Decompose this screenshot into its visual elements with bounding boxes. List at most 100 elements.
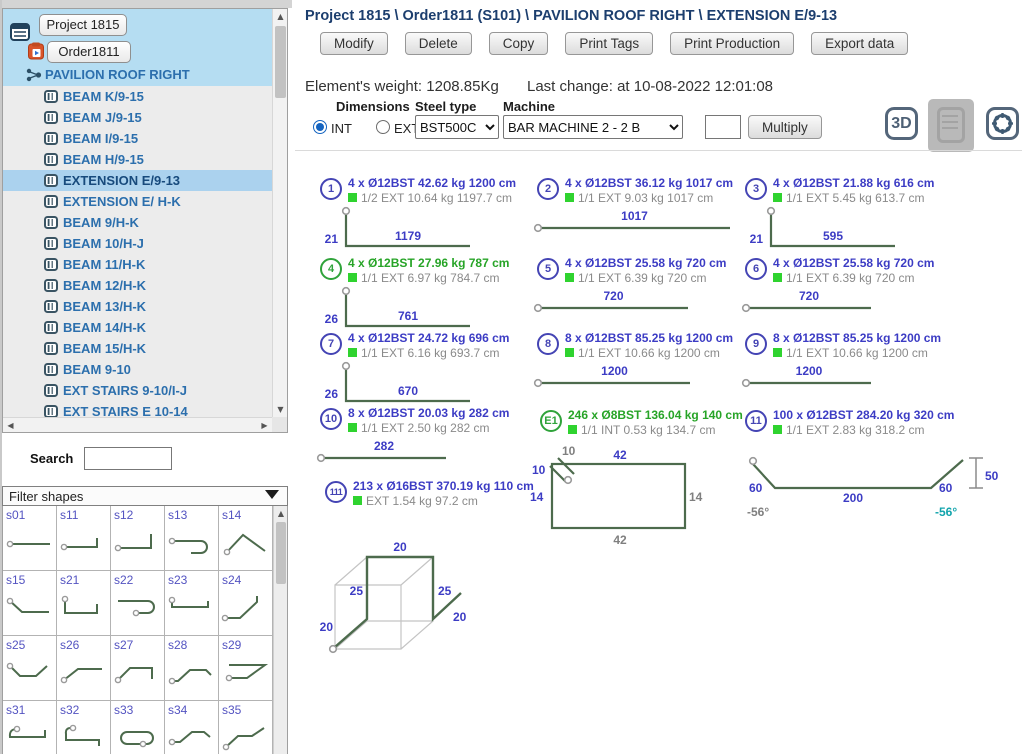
shape-item-5[interactable]: 54 x Ø12BST 25.58 kg 720 cm1/1 EXT 6.39 …	[537, 256, 752, 285]
project-tree-panel: Project 1815 Order1811 PAVILION ROOF RIG…	[2, 8, 288, 433]
multiply-input[interactable]	[705, 115, 741, 139]
project-button[interactable]: Project 1815	[39, 14, 127, 36]
tree-item[interactable]: BEAM I/9-15	[3, 128, 272, 149]
machine-select[interactable]: BAR MACHINE 2 - 2 B	[503, 115, 683, 139]
item-unit-line: 1/1 EXT 10.66 kg 1200 cm	[565, 346, 752, 360]
tree-group-row[interactable]: PAVILION ROOF RIGHT	[45, 67, 190, 82]
scroll-right-arrow[interactable]: ▶	[257, 418, 272, 433]
tree-item[interactable]: EXTENSION E/ H-K	[3, 191, 272, 212]
tree-item[interactable]: BEAM 14/H-K	[3, 317, 272, 338]
shape-item-9[interactable]: 98 x Ø12BST 85.25 kg 1200 cm1/1 EXT 10.6…	[745, 331, 960, 360]
scroll-left-arrow[interactable]: ◀	[3, 418, 18, 433]
element-weight-text: Element's weight: 1208.85Kg	[305, 78, 499, 95]
svg-text:60: 60	[939, 481, 953, 495]
palette-shape-s14[interactable]: s14	[219, 506, 273, 571]
green-square-icon	[773, 193, 782, 202]
tree-item[interactable]: BEAM 12/H-K	[3, 275, 272, 296]
shape-glyph-icon	[167, 723, 215, 753]
palette-shape-s34[interactable]: s34	[165, 701, 219, 754]
print-production-button[interactable]: Print Production	[670, 32, 794, 55]
shape-item-11[interactable]: 11100 x Ø12BST 284.20 kg 320 cm1/1 EXT 2…	[745, 408, 960, 437]
scroll-up-arrow[interactable]: ▲	[273, 9, 288, 24]
tree-item[interactable]: EXTENSION E/9-13	[3, 170, 272, 191]
palette-shape-s15[interactable]: s15	[3, 571, 57, 636]
tree-item-label: BEAM I/9-15	[63, 131, 138, 146]
palette-shape-s11[interactable]: s11	[57, 506, 111, 571]
beam-icon	[44, 153, 58, 166]
steel-type-select[interactable]: BST500C	[415, 115, 499, 139]
shape-item-E1[interactable]: E1246 x Ø8BST 136.04 kg 140 cm1/1 INT 0.…	[540, 408, 755, 437]
palette-shape-s33[interactable]: s33	[111, 701, 165, 754]
breadcrumb: Project 1815 \ Order1811 (S101) \ PAVILI…	[305, 8, 837, 24]
palette-shape-s31[interactable]: s31	[3, 701, 57, 754]
tree-item[interactable]: BEAM 9-10	[3, 359, 272, 380]
print-tags-button[interactable]: Print Tags	[565, 32, 653, 55]
radio-ext[interactable]	[376, 120, 390, 134]
shape-item-111[interactable]: 111213 x Ø16BST 370.19 kg 110 cmEXT 1.54…	[325, 479, 540, 508]
palette-shape-label: s26	[57, 636, 110, 652]
item-spec-line: 4 x Ø12BST 42.62 kg 1200 cm	[348, 176, 535, 190]
tree-item[interactable]: BEAM 15/H-K	[3, 338, 272, 359]
export-data-button[interactable]: Export data	[811, 32, 908, 55]
tree-item-label: BEAM 10/H-J	[63, 236, 144, 251]
palette-shape-s22[interactable]: s22	[111, 571, 165, 636]
item-spec-line: 8 x Ø12BST 85.25 kg 1200 cm	[773, 331, 960, 345]
scrollbar-corner	[272, 417, 287, 432]
palette-shape-s21[interactable]: s21	[57, 571, 111, 636]
shape-glyph-icon	[5, 658, 53, 688]
beam-icon	[44, 90, 58, 103]
multiply-button[interactable]: Multiply	[748, 115, 822, 139]
item-unit-line: 1/1 EXT 6.39 kg 720 cm	[565, 271, 752, 285]
palette-shape-s27[interactable]: s27	[111, 636, 165, 701]
tree-item[interactable]: BEAM 9/H-K	[3, 212, 272, 233]
shape-item-10[interactable]: 108 x Ø12BST 20.03 kg 282 cm1/1 EXT 2.50…	[320, 406, 535, 435]
scroll-thumb[interactable]	[276, 522, 286, 584]
svg-text:-56°: -56°	[747, 505, 769, 519]
search-input[interactable]	[84, 447, 172, 470]
wheel-settings-button[interactable]	[986, 107, 1019, 140]
delete-button[interactable]: Delete	[405, 32, 472, 55]
tree-item[interactable]: BEAM J/9-15	[3, 107, 272, 128]
shape-item-4[interactable]: 44 x Ø12BST 27.96 kg 787 cm1/1 EXT 6.97 …	[320, 256, 535, 285]
palette-shape-s28[interactable]: s28	[165, 636, 219, 701]
tree-item[interactable]: BEAM 10/H-J	[3, 233, 272, 254]
document-view-button-disabled[interactable]	[928, 99, 974, 152]
shape-item-2[interactable]: 24 x Ø12BST 36.12 kg 1017 cm1/1 EXT 9.03…	[537, 176, 752, 205]
shape-item-6[interactable]: 64 x Ø12BST 25.58 kg 720 cm1/1 EXT 6.39 …	[745, 256, 960, 285]
copy-button[interactable]: Copy	[489, 32, 549, 55]
palette-shape-s01[interactable]: s01	[3, 506, 57, 571]
palette-shape-s32[interactable]: s32	[57, 701, 111, 754]
shape-item-8[interactable]: 88 x Ø12BST 85.25 kg 1200 cm1/1 EXT 10.6…	[537, 331, 752, 360]
tree-item[interactable]: EXT STAIRS 9-10/I-J	[3, 380, 272, 401]
shape-glyph-icon	[113, 528, 161, 558]
item-unit-line: 1/1 EXT 2.83 kg 318.2 cm	[773, 423, 960, 437]
filter-shapes-dropdown[interactable]: Filter shapes	[2, 486, 288, 506]
palette-shape-s13[interactable]: s13	[165, 506, 219, 571]
radio-int[interactable]	[313, 120, 327, 134]
shape-item-1[interactable]: 14 x Ø12BST 42.62 kg 1200 cm1/2 EXT 10.6…	[320, 176, 535, 205]
tree-horizontal-scrollbar[interactable]: ◀ ▶	[3, 417, 272, 432]
palette-shape-s12[interactable]: s12	[111, 506, 165, 571]
tree-item-label: BEAM 15/H-K	[63, 341, 146, 356]
tree-item[interactable]: BEAM 11/H-K	[3, 254, 272, 275]
view-3d-button[interactable]: 3D	[885, 107, 918, 140]
palette-shape-s25[interactable]: s25	[3, 636, 57, 701]
palette-shape-s35[interactable]: s35	[219, 701, 273, 754]
shape-item-7[interactable]: 74 x Ø12BST 24.72 kg 696 cm1/1 EXT 6.16 …	[320, 331, 535, 360]
palette-shape-s23[interactable]: s23	[165, 571, 219, 636]
palette-shape-s26[interactable]: s26	[57, 636, 111, 701]
shape-item-3[interactable]: 34 x Ø12BST 21.88 kg 616 cm1/1 EXT 5.45 …	[745, 176, 960, 205]
scroll-up-arrow[interactable]: ▲	[274, 506, 288, 521]
item-badge: 9	[745, 333, 767, 355]
tree-vertical-scrollbar[interactable]: ▲ ▼	[272, 9, 287, 417]
palette-vertical-scrollbar[interactable]: ▲	[273, 506, 287, 754]
tree-item[interactable]: BEAM K/9-15	[3, 86, 272, 107]
palette-shape-s24[interactable]: s24	[219, 571, 273, 636]
tree-item[interactable]: BEAM H/9-15	[3, 149, 272, 170]
scroll-down-arrow[interactable]: ▼	[273, 402, 288, 417]
tree-item[interactable]: BEAM 13/H-K	[3, 296, 272, 317]
palette-shape-s29[interactable]: s29	[219, 636, 273, 701]
order-button[interactable]: Order1811	[47, 41, 131, 63]
scroll-thumb[interactable]	[275, 26, 286, 98]
modify-button[interactable]: Modify	[320, 32, 388, 55]
